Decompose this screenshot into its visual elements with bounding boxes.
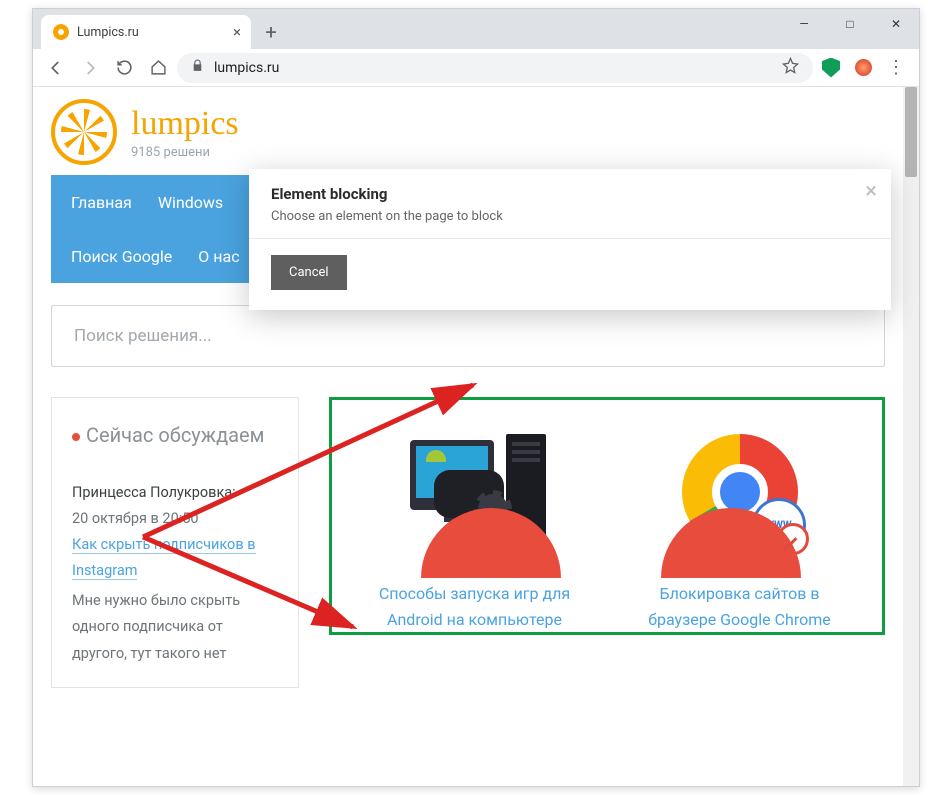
home-button[interactable] bbox=[143, 53, 173, 83]
site-search-input[interactable]: Поиск решения... bbox=[51, 305, 885, 367]
viewport: lumpics 9185 решени Главная Windows Поис… bbox=[33, 87, 919, 786]
dialog-title: Element blocking bbox=[271, 185, 869, 203]
element-blocking-dialog: Element blocking Choose an element on th… bbox=[249, 169, 891, 310]
browser-menu-button[interactable]: ⋮ bbox=[881, 53, 911, 83]
comment-date: 20 октября в 20:50 bbox=[72, 506, 278, 532]
scrollbar-thumb[interactable] bbox=[905, 87, 917, 177]
reload-button[interactable] bbox=[109, 53, 139, 83]
comment-author: Принцесса Полукровка: bbox=[72, 480, 278, 506]
tab-close-button[interactable]: × bbox=[233, 25, 241, 40]
cancel-button[interactable]: Cancel bbox=[271, 255, 347, 290]
back-button[interactable] bbox=[41, 53, 71, 83]
browser-tab[interactable]: Lumpics.ru × bbox=[41, 15, 251, 49]
site-header: lumpics 9185 решени bbox=[51, 99, 885, 165]
article-image-icon bbox=[421, 508, 561, 648]
article-image-icon bbox=[661, 508, 801, 648]
new-tab-button[interactable]: + bbox=[257, 18, 285, 46]
nav-item-home[interactable]: Главная bbox=[71, 193, 132, 212]
titlebar: Lumpics.ru × + — □ ✕ bbox=[33, 9, 919, 49]
nav-item-about[interactable]: О нас bbox=[198, 247, 239, 266]
tab-title: Lumpics.ru bbox=[77, 25, 139, 40]
site-title: lumpics bbox=[131, 105, 239, 143]
site-subtitle: 9185 решени bbox=[131, 145, 239, 160]
extension-icon[interactable] bbox=[852, 57, 874, 79]
sidebar-discussion: Сейчас обсуждаем Принцесса Полукровка: 2… bbox=[51, 397, 299, 688]
toolbar: lumpics.ru ⋮ bbox=[33, 49, 919, 87]
comment-body: Мне нужно было скрыть одного подписчика … bbox=[72, 588, 278, 666]
live-dot-icon bbox=[72, 433, 80, 441]
window-minimize-button[interactable]: — bbox=[781, 9, 827, 39]
url-text: lumpics.ru bbox=[214, 60, 279, 76]
nav-item-google-search[interactable]: Поиск Google bbox=[71, 247, 172, 266]
browser-window: Lumpics.ru × + — □ ✕ lumpics.ru ⋮ bbox=[32, 8, 920, 787]
window-maximize-button[interactable]: □ bbox=[827, 9, 873, 39]
window-controls: — □ ✕ bbox=[781, 9, 919, 49]
comment-article-link[interactable]: Как скрыть подписчиков в Instagram bbox=[72, 536, 256, 580]
adguard-extension-icon[interactable] bbox=[820, 57, 842, 79]
forward-button[interactable] bbox=[75, 53, 105, 83]
lock-icon bbox=[191, 59, 204, 76]
address-bar[interactable]: lumpics.ru bbox=[177, 53, 813, 83]
search-placeholder: Поиск решения... bbox=[74, 326, 212, 346]
nav-item-windows[interactable]: Windows bbox=[158, 193, 223, 212]
site-logo-icon bbox=[51, 99, 117, 165]
bookmark-star-icon[interactable] bbox=[782, 57, 799, 78]
dialog-subtitle: Choose an element on the page to block bbox=[271, 209, 869, 224]
window-close-button[interactable]: ✕ bbox=[873, 9, 919, 39]
favicon-icon bbox=[53, 24, 69, 40]
articles-grid: Способы запуска игр для Android на компь… bbox=[329, 397, 885, 635]
scrollbar-track[interactable] bbox=[903, 87, 919, 786]
dialog-close-button[interactable]: × bbox=[865, 179, 877, 204]
sidebar-heading: Сейчас обсуждаем bbox=[72, 422, 278, 448]
